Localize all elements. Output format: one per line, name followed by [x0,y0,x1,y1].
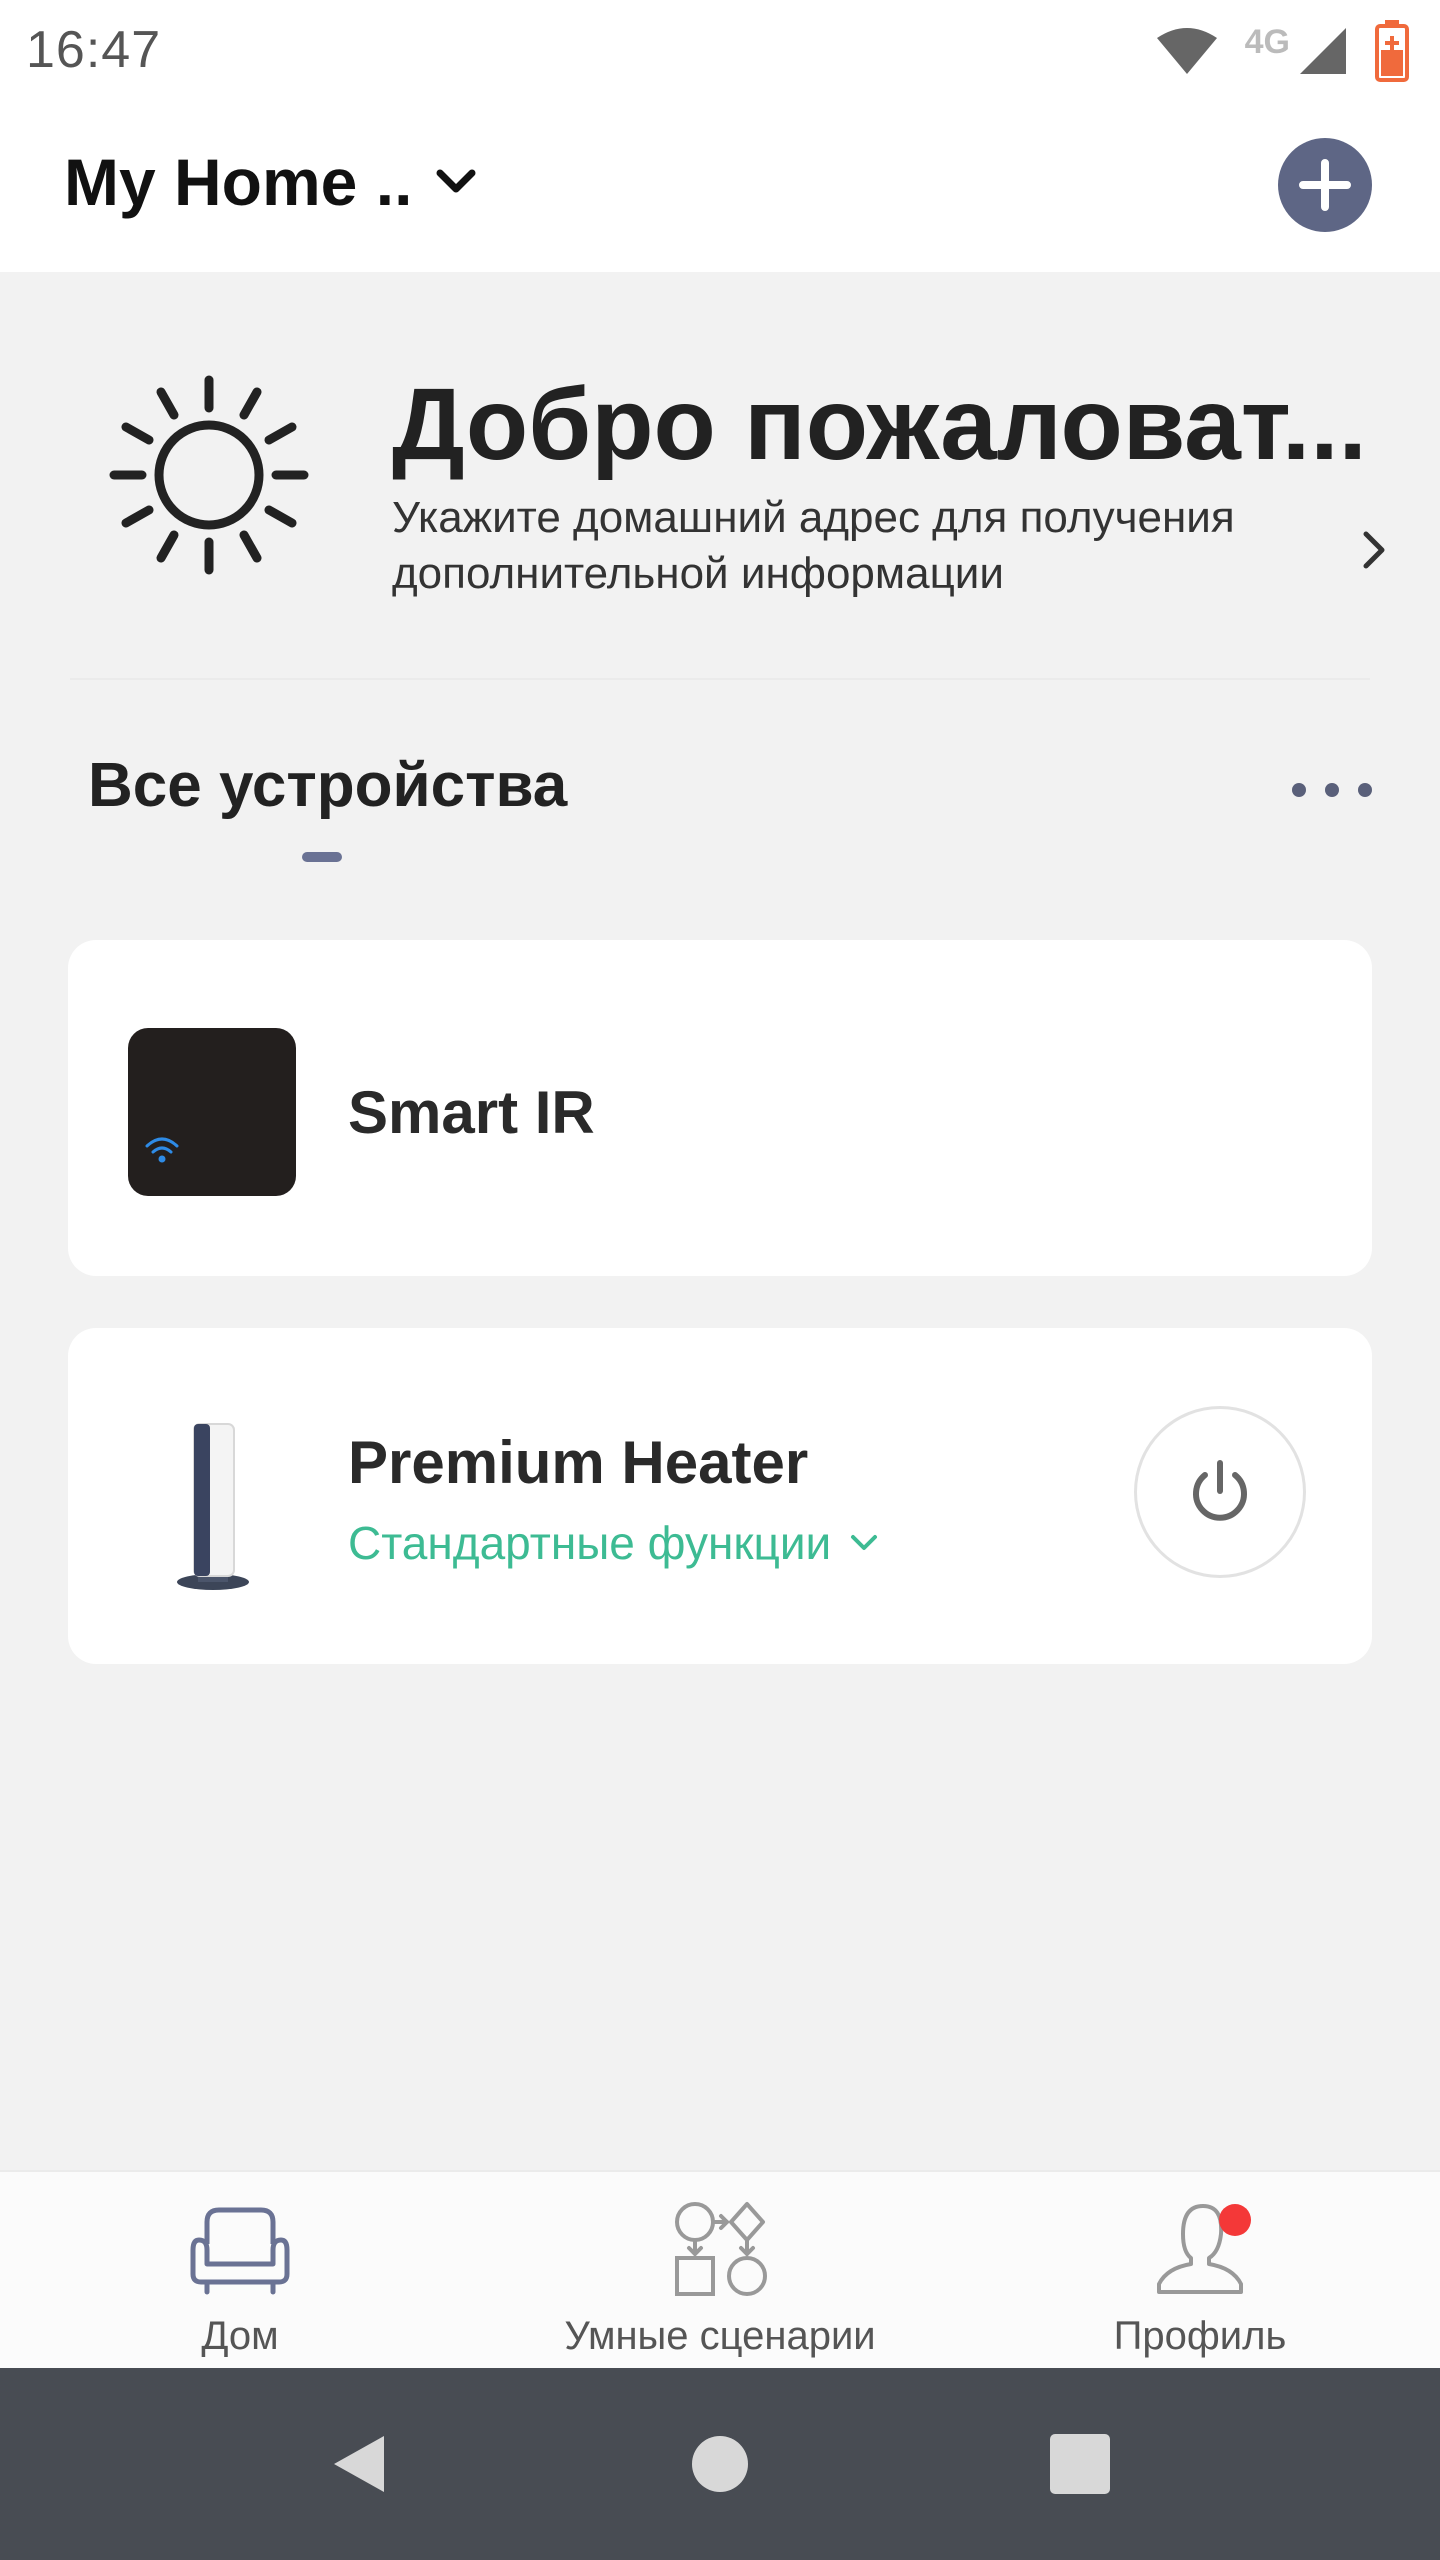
power-icon [1193,1460,1247,1521]
nav-profile[interactable]: Профиль [1080,2172,1320,2370]
chevron-down-icon [851,1535,878,1550]
welcome-title: Добро пожаловат... [392,367,1367,481]
status-time: 16:47 [26,21,162,79]
scenes-icon [665,2194,775,2304]
home-name: My Home .. [64,145,413,219]
device-card-premium-heater[interactable]: Premium Heater Стандартные функции [68,1328,1372,1664]
tab-all-devices[interactable]: Все устройства [88,750,567,821]
back-icon[interactable] [320,2424,400,2504]
nav-label: Умные сценарии [564,2314,876,2358]
home-circle-icon[interactable] [680,2424,760,2504]
chevron-right-icon[interactable] [1354,520,1394,580]
tab-indicator [302,852,342,862]
power-button[interactable] [1134,1406,1306,1578]
network-type-label: 4G [1244,22,1290,61]
nav-home[interactable]: Дом [180,2172,300,2370]
functions-dropdown[interactable]: Стандартные функции [348,1516,879,1570]
welcome-subtitle: Укажите домашний адрес для получения доп… [392,493,1235,598]
nav-smart-scenes[interactable]: Умные сценарии [520,2172,920,2370]
wifi-icon [1156,28,1217,74]
functions-label: Стандартные функции [348,1517,832,1569]
devices-section-header: Все устройства [0,740,1440,880]
heater-icon [177,1423,249,1590]
battery-charging-icon [1375,20,1409,82]
device-name: Premium Heater [348,1429,809,1496]
armchair-icon [185,2194,295,2304]
divider [70,678,1370,680]
status-icons: 4G [1155,16,1410,86]
notification-dot [1219,2204,1251,2236]
add-device-button[interactable] [1278,138,1372,232]
more-icon[interactable] [1292,770,1372,810]
top-bar: My Home .. [0,100,1440,272]
cell-signal-icon [1300,28,1346,74]
device-name: Smart IR [348,1079,595,1146]
ir-hub-icon [128,1028,296,1196]
plus-icon [1299,159,1351,211]
nav-label: Профиль [1113,2314,1287,2358]
profile-icon [1145,2194,1255,2304]
device-card-smart-ir[interactable]: Smart IR [68,940,1372,1276]
welcome-banner[interactable]: Добро пожаловат... Укажите домашний адре… [64,350,1394,680]
sun-icon [109,375,309,575]
bottom-nav: Дом Умные сценарии Профиль [0,2170,1440,2368]
nav-label: Дом [201,2314,279,2358]
status-bar: 16:47 4G [0,0,1440,100]
chevron-down-icon [436,169,476,193]
home-selector[interactable]: My Home .. [64,144,478,220]
system-nav-bar [0,2368,1440,2560]
recent-apps-icon[interactable] [1040,2424,1120,2504]
